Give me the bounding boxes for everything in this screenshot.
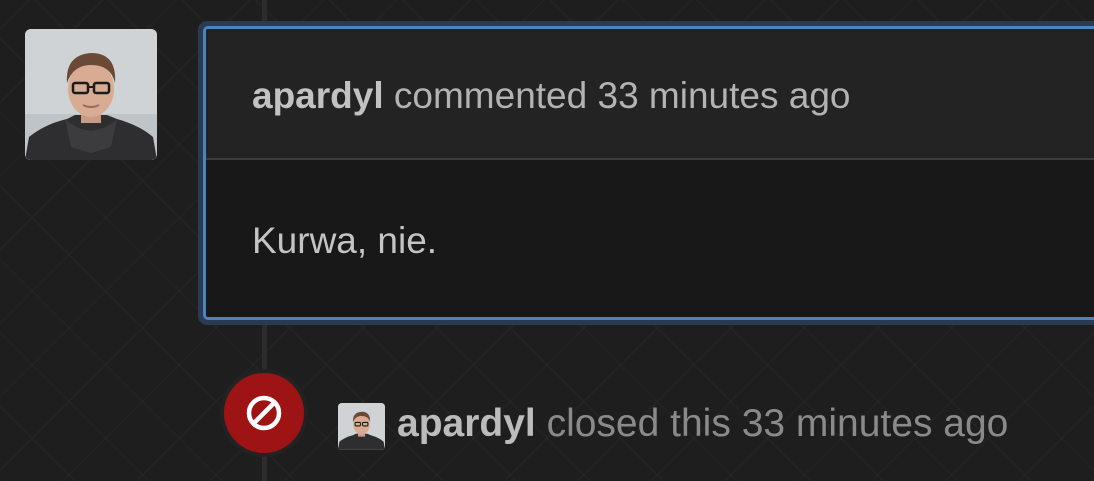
closed-circle-slash-icon [246,395,282,431]
event-action: closed this [546,402,731,445]
comment-header: apardyl commented 33 minutes ago [206,29,1094,160]
comment-action: commented [393,75,588,116]
event-avatar[interactable] [338,403,385,450]
user-avatar-image [25,29,157,160]
comment-body: Kurwa, nie. [252,220,438,261]
comment-container: apardyl commented 33 minutes ago Kurwa, … [198,21,1094,325]
event-author-link[interactable]: apardyl [397,402,536,445]
comment-card: apardyl commented 33 minutes ago Kurwa, … [203,26,1094,320]
comment-author-link[interactable]: apardyl [252,75,384,116]
event-timestamp-link[interactable]: 33 minutes ago [742,402,1009,445]
comment-timestamp-link[interactable]: 33 minutes ago [598,75,851,116]
closed-event-badge [220,369,308,457]
closed-event-text: apardyl closed this 33 minutes ago [397,402,1008,446]
avatar[interactable] [25,29,157,160]
user-avatar-image-small [338,403,385,450]
